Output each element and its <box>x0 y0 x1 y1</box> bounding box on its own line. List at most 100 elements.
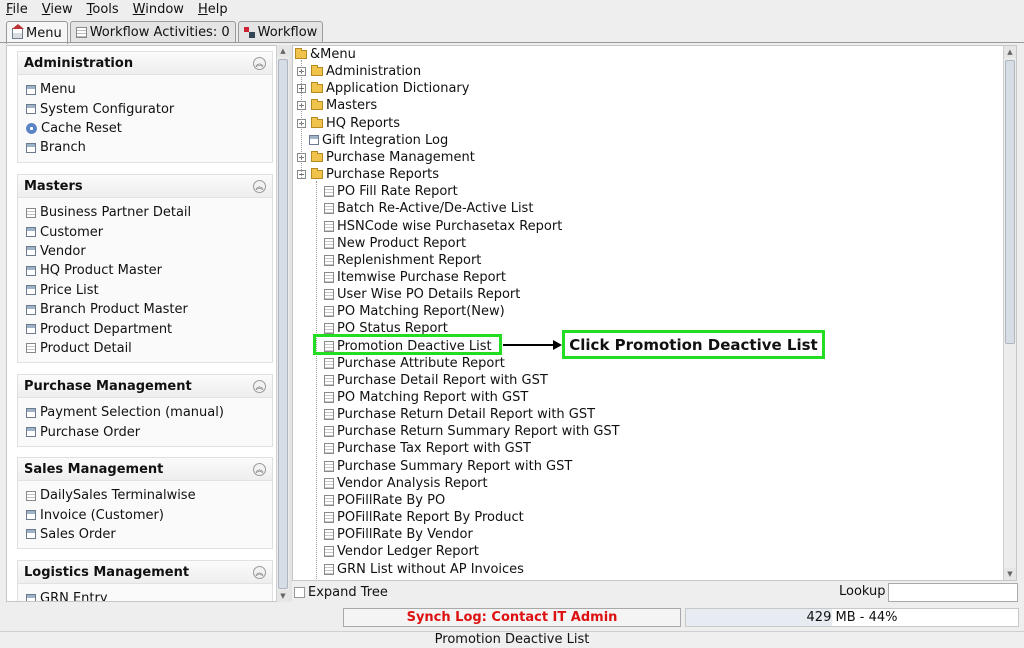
tree-scrollbar[interactable]: ▲ ▼ <box>1003 46 1016 580</box>
tree-report-item[interactable]: Purchase Return Detail Report with GST <box>324 406 595 423</box>
tree-folder[interactable]: + Masters <box>297 97 377 114</box>
tree-report-item[interactable]: New Product Report <box>324 235 466 252</box>
tree-folder[interactable]: + Application Dictionary <box>297 80 469 97</box>
scroll-up-icon[interactable]: ▲ <box>277 45 289 57</box>
collapse-icon[interactable]: ︽ <box>253 179 266 193</box>
tab-workflow-label: Workflow <box>257 25 318 40</box>
tree-report-item[interactable]: PO Matching Report(New) <box>324 303 505 320</box>
favorite-item[interactable]: Business Partner Detail <box>26 203 272 222</box>
tree-folder[interactable]: + HQ Reports <box>297 115 400 132</box>
tree-report-item[interactable]: Purchase Attribute Report <box>324 355 505 372</box>
favorite-item[interactable]: Product Department <box>26 319 272 338</box>
window-icon <box>26 593 36 601</box>
favorite-item[interactable]: Product Detail <box>26 339 272 358</box>
group-header[interactable]: Sales Management ︽ <box>18 458 272 481</box>
expand-tree-checkbox[interactable] <box>294 586 305 598</box>
favorite-item[interactable]: System Configurator <box>26 99 272 118</box>
scroll-up-icon[interactable]: ▲ <box>1004 46 1016 58</box>
favorite-item[interactable]: Vendor <box>26 242 272 261</box>
tree-report-item[interactable]: HSNCode wise Purchasetax Report <box>324 218 562 235</box>
scroll-down-icon[interactable]: ▼ <box>1004 568 1016 580</box>
tree-node-label: Purchase Attribute Report <box>337 355 505 371</box>
tree-item-gift-integration-log[interactable]: Gift Integration Log <box>309 132 448 149</box>
favorite-item[interactable]: Price List <box>26 281 272 300</box>
report-icon <box>324 323 334 335</box>
collapse-icon[interactable]: ︽ <box>253 462 266 476</box>
report-icon <box>324 220 334 232</box>
tree-guide-line <box>316 181 317 580</box>
group-header[interactable]: Logistics Management ︽ <box>18 561 272 584</box>
window-icon <box>26 529 36 540</box>
group-header[interactable]: Administration ︽ <box>18 52 272 75</box>
menu-file[interactable]: File <box>6 2 28 17</box>
tab-menu[interactable]: Menu <box>6 21 68 44</box>
synch-log-button[interactable]: Synch Log: Contact IT Admin <box>343 608 681 627</box>
lookup-input[interactable] <box>888 583 1018 602</box>
favorite-item-label: System Configurator <box>40 101 175 117</box>
tree-folder-purchase-reports[interactable]: − Purchase Reports <box>297 166 439 183</box>
collapse-icon[interactable]: ︽ <box>253 565 266 579</box>
favorite-item[interactable]: Sales Order <box>26 525 272 544</box>
favorite-item[interactable]: DailySales Terminalwise <box>26 486 272 505</box>
collapse-icon[interactable]: ︽ <box>253 379 266 393</box>
scroll-thumb[interactable] <box>278 59 288 589</box>
status-message: Promotion Deactive List <box>0 631 1024 648</box>
report-icon <box>324 477 334 489</box>
collapse-icon[interactable]: ︽ <box>253 56 266 70</box>
scroll-thumb[interactable] <box>1005 60 1015 344</box>
favorite-item[interactable]: GRN Entry <box>26 589 272 601</box>
menu-view[interactable]: View <box>42 2 73 17</box>
favorite-item[interactable]: HQ Product Master <box>26 261 272 280</box>
tree-report-item[interactable]: GRN List without AP Invoices <box>324 561 524 578</box>
tree-root[interactable]: &Menu <box>295 46 356 63</box>
tree-report-item[interactable]: Purchase Return Summary Report with GST <box>324 423 620 440</box>
tree-report-item[interactable]: PO Matching Report with GST <box>324 389 528 406</box>
tree-report-item[interactable]: Batch Re-Active/De-Active List <box>324 200 533 217</box>
tree-report-item[interactable]: Vendor Analysis Report <box>324 475 488 492</box>
favorite-item[interactable]: Payment Selection (manual) <box>26 403 272 422</box>
report-icon <box>324 409 334 421</box>
report-icon <box>26 490 36 501</box>
tab-workflow[interactable]: Workflow <box>237 21 324 43</box>
favorite-item[interactable]: Cache Reset <box>26 119 272 138</box>
favorite-item[interactable]: Purchase Order <box>26 422 272 441</box>
tree-report-item[interactable]: POFillRate By PO <box>324 492 445 509</box>
report-icon <box>324 203 334 215</box>
tree-report-item[interactable]: Purchase Detail Report with GST <box>324 372 548 389</box>
tree-report-item[interactable]: PO Fill Rate Report <box>324 183 458 200</box>
tree-report-item[interactable]: Replenishment Report <box>324 252 481 269</box>
menu-window[interactable]: Window <box>133 2 184 17</box>
tree-report-item[interactable]: Purchase Summary Report with GST <box>324 458 572 475</box>
tree-folder-purchase-management[interactable]: + Purchase Management <box>297 149 475 166</box>
tree-report-item[interactable]: Vendor Ledger Report <box>324 543 479 560</box>
report-icon <box>26 207 36 218</box>
favorite-item[interactable]: Invoice (Customer) <box>26 505 272 524</box>
report-icon <box>324 357 334 369</box>
tree-report-item[interactable]: POFillRate By Vendor <box>324 526 473 543</box>
favorite-item[interactable]: Branch <box>26 138 272 157</box>
tree-report-item[interactable]: User Wise PO Details Report <box>324 286 520 303</box>
favorite-item[interactable]: Menu <box>26 80 272 99</box>
favorite-item[interactable]: Customer <box>26 222 272 241</box>
scroll-down-icon[interactable]: ▼ <box>277 590 289 602</box>
tab-strip-divider <box>0 42 1024 43</box>
window-icon <box>26 84 36 95</box>
tree-folder[interactable]: + Administration <box>297 63 421 80</box>
group-header[interactable]: Purchase Management ︽ <box>18 375 272 398</box>
tree-report-item[interactable]: Itemwise Purchase Report <box>324 269 506 286</box>
menu-tools[interactable]: Tools <box>87 2 119 17</box>
tree-report-item[interactable]: POFillRate Report By Product <box>324 509 524 526</box>
group-items: Business Partner Detail Customer Vendor HQ … <box>18 198 272 362</box>
favorite-item[interactable]: Branch Product Master <box>26 300 272 319</box>
favorites-scrollbar[interactable]: ▲ ▼ <box>276 45 289 602</box>
tree-report-item[interactable]: Purchase Tax Report with GST <box>324 440 531 457</box>
group-header[interactable]: Masters ︽ <box>18 175 272 198</box>
folder-icon <box>311 99 323 111</box>
group-title: Purchase Management <box>24 378 192 394</box>
tree-report-item-partial[interactable] <box>324 578 334 580</box>
menu-help[interactable]: Help <box>198 2 228 17</box>
instruction-callout: Click Promotion Deactive List <box>562 330 825 359</box>
tree-node-label: Purchase Reports <box>326 167 440 183</box>
expand-tree-label[interactable]: Expand Tree <box>308 585 388 600</box>
tab-workflow-activities[interactable]: Workflow Activities: 0 <box>69 21 236 43</box>
